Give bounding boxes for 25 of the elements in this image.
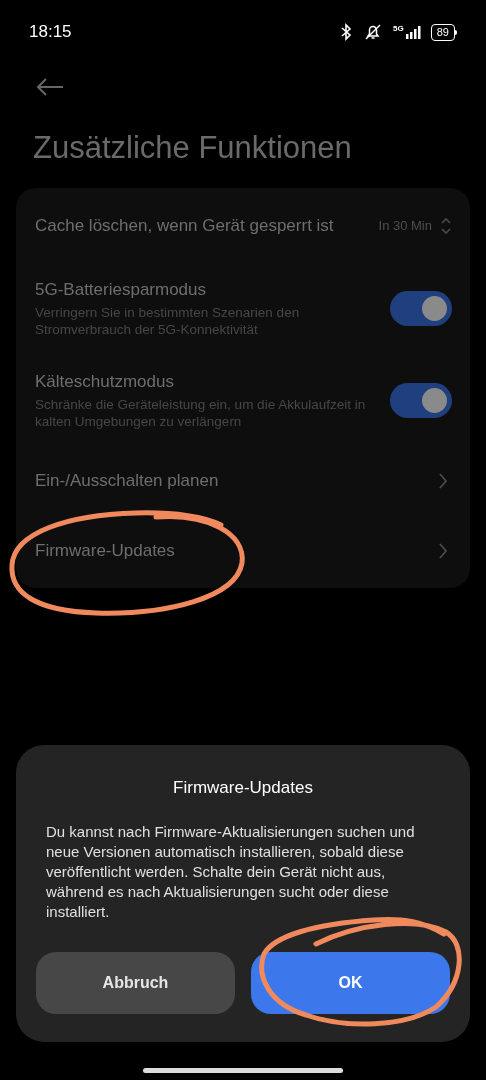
setting-title: Cache löschen, wenn Gerät gesperrt ist (35, 215, 334, 237)
setting-title: Kälteschutzmodus (35, 371, 175, 393)
bluetooth-icon (339, 23, 354, 41)
setting-title: Ein-/Ausschalten planen (35, 470, 219, 492)
chevron-right-icon (438, 472, 448, 490)
status-time: 18:15 (29, 21, 72, 44)
chevron-right-icon (438, 542, 448, 560)
dialog-title: Firmware-Updates (172, 776, 314, 799)
setting-row[interactable]: Firmware-Updates (16, 516, 470, 586)
setting-row[interactable]: Cache löschen, wenn Gerät gesperrt ist In 30 Min (16, 190, 470, 262)
up-down-icon (440, 216, 452, 236)
setting-value: In 30 Min (378, 217, 432, 236)
cancel-button[interactable]: Abbruch (36, 952, 235, 1014)
signal-icon (405, 25, 422, 39)
setting-title: Firmware-Updates (35, 540, 175, 562)
dialog-message: Du kannst nach Firmware-Aktualisierungen suchen und neue Versionen automatisch installieren, sobald diese veröffentlicht werden. Schalte dein Gerät nicht aus, während es nach Aktualisierungen sucht oder diese installiert. (46, 822, 416, 922)
setting-title: 5G-Batteriesparmodus (35, 279, 208, 301)
page-title: Zusätzliche Funktionen (32, 129, 353, 167)
back-arrow-icon[interactable] (36, 77, 64, 97)
setting-row[interactable]: Ein-/Ausschalten planen (16, 446, 470, 516)
battery-level: 89 (430, 23, 455, 41)
toggle-switch[interactable] (390, 290, 452, 326)
ok-button[interactable]: OK (251, 952, 450, 1014)
network-type: 5G (393, 25, 404, 33)
toggle-switch[interactable] (390, 382, 452, 418)
